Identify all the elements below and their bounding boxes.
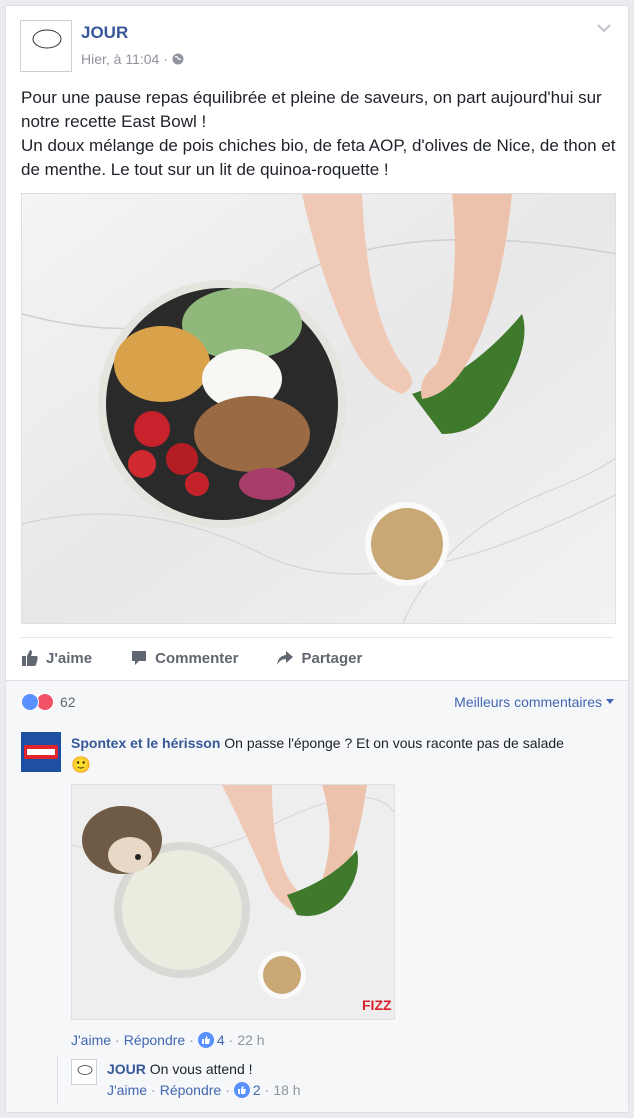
comment-reply: JOUR On vous attend ! J'aime · Répondre … [57, 1056, 613, 1104]
comment-like-number: 4 [216, 1032, 225, 1048]
reply-like-link[interactable]: J'aime [107, 1082, 147, 1098]
meta-separator: · [163, 51, 169, 67]
post-header: JOUR Hier, à 11:04 · [20, 20, 614, 72]
comment-sort-dropdown[interactable]: Meilleurs commentaires [454, 694, 614, 710]
globe-icon [172, 53, 184, 65]
like-reaction-icon [233, 1082, 250, 1098]
post-timestamp[interactable]: Hier, à 11:04 [81, 51, 159, 67]
divider [21, 637, 613, 638]
reply-author[interactable]: JOUR [107, 1061, 146, 1077]
thumbs-up-icon [22, 650, 38, 666]
page-avatar[interactable] [20, 20, 72, 72]
spontex-logo-icon [21, 732, 61, 772]
jour-logo-icon [72, 1060, 96, 1084]
comment-time[interactable]: 22 h [237, 1032, 264, 1048]
like-label: J'aime [46, 649, 93, 667]
page-name[interactable]: JOUR [81, 23, 128, 43]
reply-like-count[interactable]: 2 [233, 1082, 261, 1098]
reply-time[interactable]: 18 h [273, 1082, 300, 1098]
reactions-summary[interactable]: 62 [21, 692, 76, 712]
meta-dot: · [225, 1082, 230, 1098]
post-photo[interactable] [21, 193, 616, 624]
reply-like-number: 2 [252, 1082, 261, 1098]
comment-author[interactable]: Spontex et le hérisson [71, 735, 220, 751]
reply-text: On vous attend ! [149, 1061, 253, 1077]
wink-emoji-icon: 🙂 [71, 757, 91, 774]
reply-meta: J'aime · Répondre · 2 · 18 h [107, 1082, 301, 1098]
jour-logo-icon [21, 21, 71, 71]
reply-body: JOUR On vous attend ! [107, 1059, 253, 1079]
like-reaction-icon [21, 693, 39, 711]
fizz-logo: FIZZ [362, 997, 392, 1013]
chevron-down-icon[interactable] [594, 20, 614, 36]
comment-icon [132, 651, 147, 665]
post-actions: J'aime Commenter Partager [21, 643, 613, 673]
comment-reply-link[interactable]: Répondre [124, 1032, 186, 1048]
comment-sort-label: Meilleurs commentaires [454, 694, 602, 710]
comment-button[interactable]: Commenter [130, 649, 238, 667]
comment-photo[interactable]: FIZZ [71, 784, 395, 1020]
share-label: Partager [301, 649, 363, 667]
meta-dot: · [264, 1082, 270, 1098]
reply-avatar[interactable] [71, 1059, 97, 1085]
reaction-icons [21, 693, 54, 711]
meta-dot: · [115, 1032, 120, 1048]
meta-dot: · [228, 1032, 234, 1048]
reply-reply-link[interactable]: Répondre [160, 1082, 222, 1098]
comment-text: On passe l'éponge ? Et on vous raconte p… [224, 735, 564, 751]
meta-dot: · [189, 1032, 194, 1048]
post-text-line-1: Pour une pause repas équilibrée et plein… [21, 88, 602, 131]
meta-dot: · [151, 1082, 156, 1098]
post-text: Pour une pause repas équilibrée et plein… [21, 86, 617, 182]
comment-meta: J'aime · Répondre · 4 · 22 h [71, 1032, 265, 1048]
commenter-avatar[interactable] [21, 732, 61, 772]
comment-like-count[interactable]: 4 [197, 1032, 225, 1048]
post-card: JOUR Hier, à 11:04 · Pour une pause repa… [5, 5, 629, 1113]
post-text-line-2: Un doux mélange de pois chiches bio, de … [21, 136, 616, 179]
reaction-count: 62 [60, 694, 76, 710]
comment-body: Spontex et le hérisson On passe l'éponge… [71, 732, 623, 777]
salad-bowl-image [22, 194, 615, 623]
comment-like-link[interactable]: J'aime [71, 1032, 111, 1048]
share-button[interactable]: Partager [276, 649, 362, 667]
like-button[interactable]: J'aime [21, 649, 92, 667]
post-meta: Hier, à 11:04 · [81, 51, 184, 67]
comment-label: Commenter [155, 649, 239, 667]
like-reaction-icon [197, 1032, 214, 1048]
hedgehog-bowl-image: FIZZ [72, 785, 394, 1019]
share-icon [277, 651, 294, 665]
caret-down-icon [606, 699, 614, 704]
